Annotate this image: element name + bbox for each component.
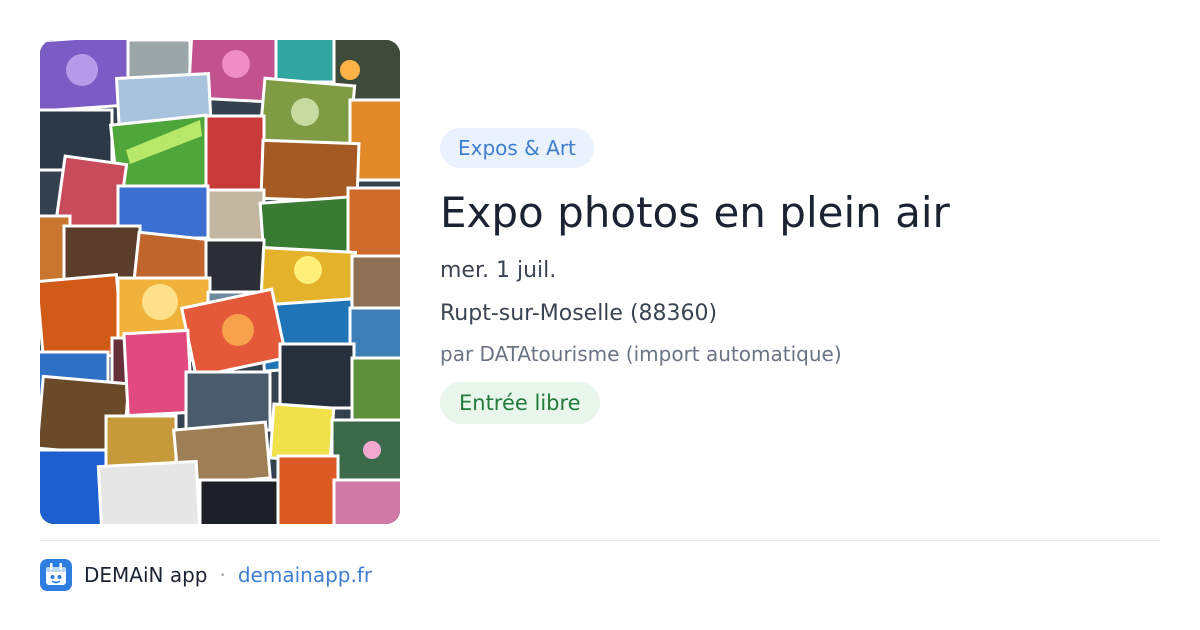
price-badge: Entrée libre (440, 382, 600, 424)
event-author: par DATAtourisme (import automatique) (440, 342, 842, 366)
event-date: mer. 1 juil. (440, 258, 557, 283)
footer-separator: · (219, 563, 226, 587)
app-name: DEMAiN app (84, 563, 208, 587)
site-link[interactable]: demainapp.fr (238, 563, 372, 587)
event-photo (40, 40, 400, 524)
demain-app-logo-icon[interactable] (40, 559, 72, 591)
event-card[interactable]: Expos & Art Expo photos en plein air mer… (40, 40, 1160, 524)
event-details: Expos & Art Expo photos en plein air mer… (440, 128, 1140, 424)
footer-divider (40, 540, 1160, 541)
event-title[interactable]: Expo photos en plein air (440, 186, 1140, 240)
category-badge[interactable]: Expos & Art (440, 128, 594, 168)
event-location: Rupt-sur-Moselle (88360) (440, 301, 718, 326)
footer: DEMAiN app · demainapp.fr (40, 558, 372, 592)
photo-collage-image (40, 40, 400, 524)
